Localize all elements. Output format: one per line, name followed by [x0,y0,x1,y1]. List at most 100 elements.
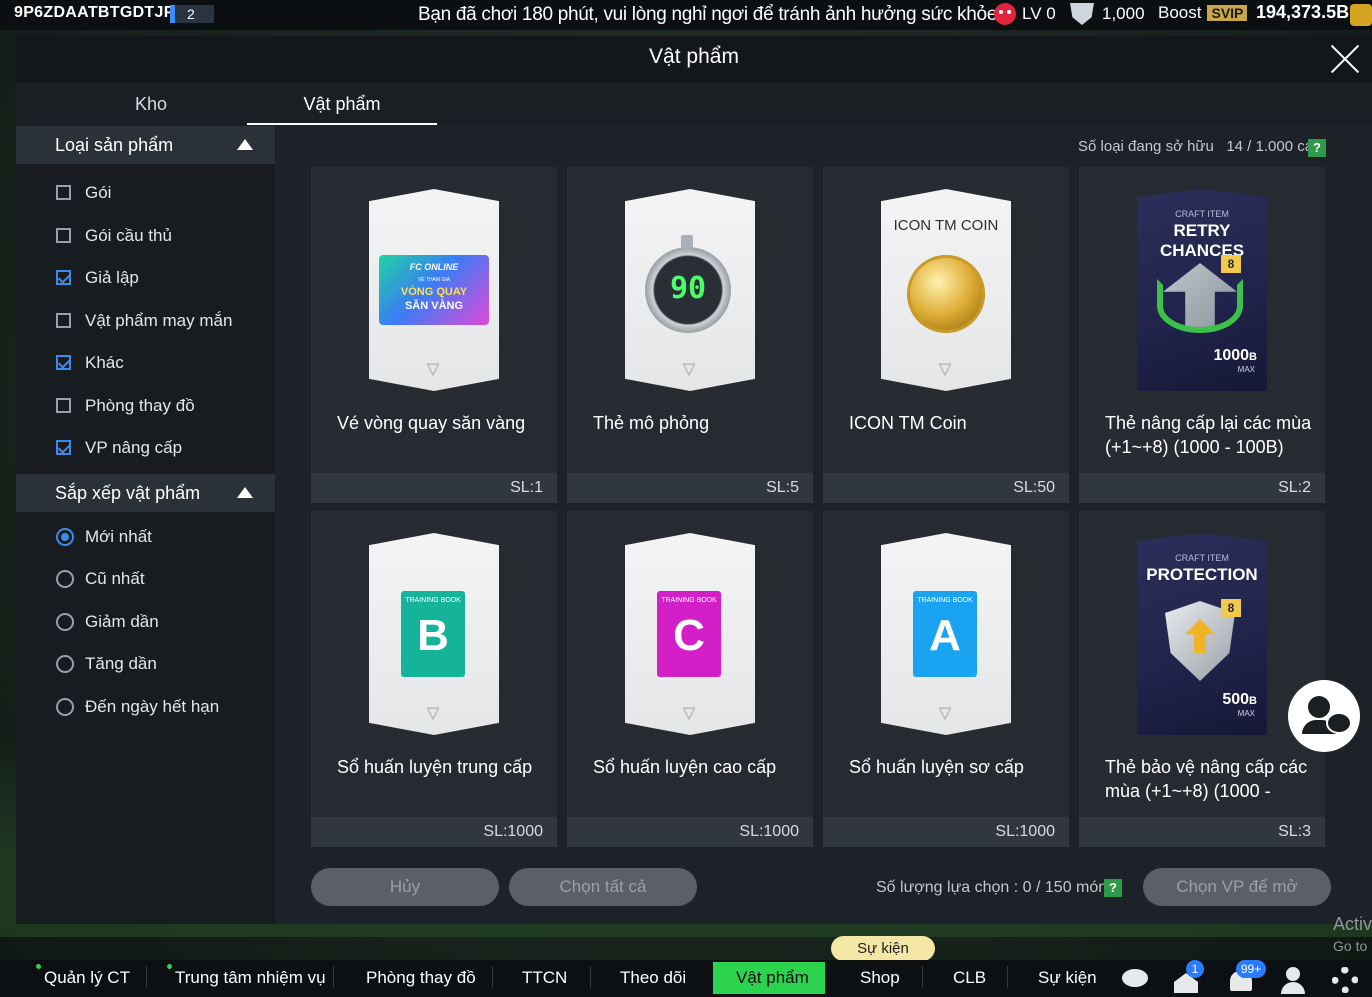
settings-gear-icon[interactable] [1330,965,1358,993]
filter-option-goi[interactable]: Gói [16,172,275,215]
profile-icon[interactable] [1278,965,1306,994]
gear-icon-shape [1332,967,1358,993]
sort-option-giam-dan[interactable]: Giảm dần [16,601,275,644]
craft-kicker: CRAFT ITEM [1175,209,1229,219]
tab-kho[interactable]: Kho [56,94,246,115]
sort-option-tang-dan[interactable]: Tăng dần [16,643,275,686]
item-card[interactable]: 90 ▽ Thẻ mô phỏng SL:5 [567,167,813,503]
checkbox-checked[interactable] [56,355,71,370]
book-label: TRAINING BOOK [917,597,973,604]
filter-label: Phòng thay đồ [85,395,195,415]
sort-header[interactable]: Sắp xếp vật phẩm [16,473,275,512]
points-indicator[interactable]: 1,000 [1070,3,1145,25]
sort-option-cu-nhat[interactable]: Cũ nhất [16,558,275,601]
nav-separator [333,966,334,988]
nav-separator [1007,966,1008,988]
filter-option-gia-lap[interactable]: Giả lập [16,257,275,300]
fc-logo-icon: ▽ [938,361,952,378]
nav-separator [922,966,923,988]
filter-option-khac[interactable]: Khác [16,342,275,385]
stopwatch-icon: 90 [645,247,731,333]
sort-option-moi-nhat[interactable]: Mới nhất [16,516,275,559]
radio[interactable] [56,570,74,588]
type-filter-header[interactable]: Loại sản phẩm [16,126,275,164]
help-icon[interactable]: ? [1308,139,1326,157]
radio[interactable] [56,655,74,673]
nav-shop[interactable]: Shop [860,968,900,988]
item-quantity: SL:1000 [739,823,799,840]
item-card[interactable]: CRAFT ITEM RETRY CHANCES 8 1000B MAX Thẻ… [1079,167,1325,503]
sort-option-het-han[interactable]: Đến ngày hết hạn [16,686,275,729]
craft-amount: 500 [1222,691,1250,708]
craft-title: RETRY CHANCES [1159,221,1245,260]
tab-vat-pham[interactable]: Vật phẩm [247,94,437,125]
nav-ttcn[interactable]: TTCN [522,968,567,988]
craft-amount: 1000 [1213,347,1250,364]
help-icon[interactable]: ? [1104,879,1122,897]
item-name: Vé vòng quay săn vàng [337,413,526,433]
item-quantity: SL:1000 [995,823,1055,840]
sort-label: Giảm dần [85,611,159,631]
filter-option-vp-nang-cap[interactable]: VP nâng cấp [16,427,275,470]
item-card[interactable]: FC ONLINE VÉ THAM GIA VÒNG QUAY SĂN VÀNG… [311,167,557,503]
nav-trung-tam-nhiem-vu[interactable]: Trung tâm nhiệm vụ [175,968,326,988]
ticket-title: VÒNG QUAY [400,286,468,298]
item-image: TRAINING BOOK C ▽ [625,533,755,735]
boost-indicator[interactable]: Boost SVIP [1158,3,1248,23]
nav-phong-thay-do[interactable]: Phòng thay đồ [366,968,476,988]
filter-option-vat-pham-may-man[interactable]: Vật phẩm may mắn [16,300,275,343]
event-pill[interactable]: Sự kiện [831,936,935,961]
filter-label: Khác [85,353,124,372]
close-icon[interactable] [1328,42,1362,76]
green-arc-icon [1157,279,1243,333]
stopwatch-value: 90 [669,271,707,306]
nav-vat-pham[interactable]: Vật phẩm [736,968,809,988]
item-name: Thẻ nâng cấp lại các mùa (+1~+8) (1000 -… [1105,413,1312,457]
checkbox-checked[interactable] [56,440,71,455]
item-card[interactable]: TRAINING BOOK A ▽ Sổ huấn luyện sơ cấp S… [823,511,1069,847]
owned-count: Số loại đang sở hữu 14 / 1.000 cái [1078,138,1316,155]
craft-kicker: CRAFT ITEM [1175,553,1229,563]
checkbox-checked[interactable] [56,270,71,285]
filter-label: Gói [85,183,112,202]
nav-separator [146,966,147,988]
filter-option-phong-thay-do[interactable]: Phòng thay đồ [16,385,275,428]
level-indicator[interactable]: LV 0 [994,3,1056,25]
fc-logo-icon: ▽ [938,705,952,722]
collapse-up-icon [237,139,253,150]
sort-label: Mới nhất [85,526,152,546]
radio-selected[interactable] [56,527,74,546]
checkbox[interactable] [56,227,71,243]
fc-logo-icon: ▽ [426,361,440,378]
nav-quan-ly-ct[interactable]: Quản lý CT [44,968,130,988]
money-icon[interactable] [1350,4,1372,26]
item-card[interactable]: TRAINING BOOK C ▽ Sổ huấn luyện cao cấp … [567,511,813,847]
nav-clb[interactable]: CLB [953,968,986,988]
nav-theo-doi[interactable]: Theo dõi [620,968,686,988]
open-items-button[interactable]: Chọn VP để mở [1143,868,1331,906]
nav-su-kien[interactable]: Sự kiện [1038,968,1097,988]
chat-icon[interactable] [1120,965,1148,993]
support-chat-button[interactable] [1288,680,1360,752]
item-name: ICON TM Coin [849,413,967,433]
item-quantity: SL:1 [510,479,543,496]
fc-logo-icon: ▽ [682,361,696,378]
craft-amount-row: 1000B [1213,347,1257,365]
item-card[interactable]: ICON TM COIN ▽ ICON TM Coin SL:50 [823,167,1069,503]
checkbox[interactable] [56,185,71,200]
checkbox[interactable] [56,397,71,413]
filter-option-goi-cau-thu[interactable]: Gói cầu thủ [16,215,275,258]
checkbox[interactable] [56,312,71,328]
notification-badge: 99+ [1236,960,1266,978]
owned-value: 14 / 1.000 cái [1226,138,1317,155]
fc-logo-icon: ▽ [682,705,696,722]
radio[interactable] [56,697,74,716]
select-all-button[interactable]: Chọn tất cả [509,868,697,906]
book-label: TRAINING BOOK [661,597,717,604]
cancel-button[interactable]: Hủy [311,868,499,906]
item-card[interactable]: TRAINING BOOK B ▽ Sổ huấn luyện trung cấ… [311,511,557,847]
item-image: TRAINING BOOK A ▽ [881,533,1011,735]
radio[interactable] [56,612,74,631]
item-card[interactable]: CRAFT ITEM PROTECTION 8 500B MAX Thẻ bảo… [1079,511,1325,847]
item-footer: SL:1000 [823,817,1069,847]
